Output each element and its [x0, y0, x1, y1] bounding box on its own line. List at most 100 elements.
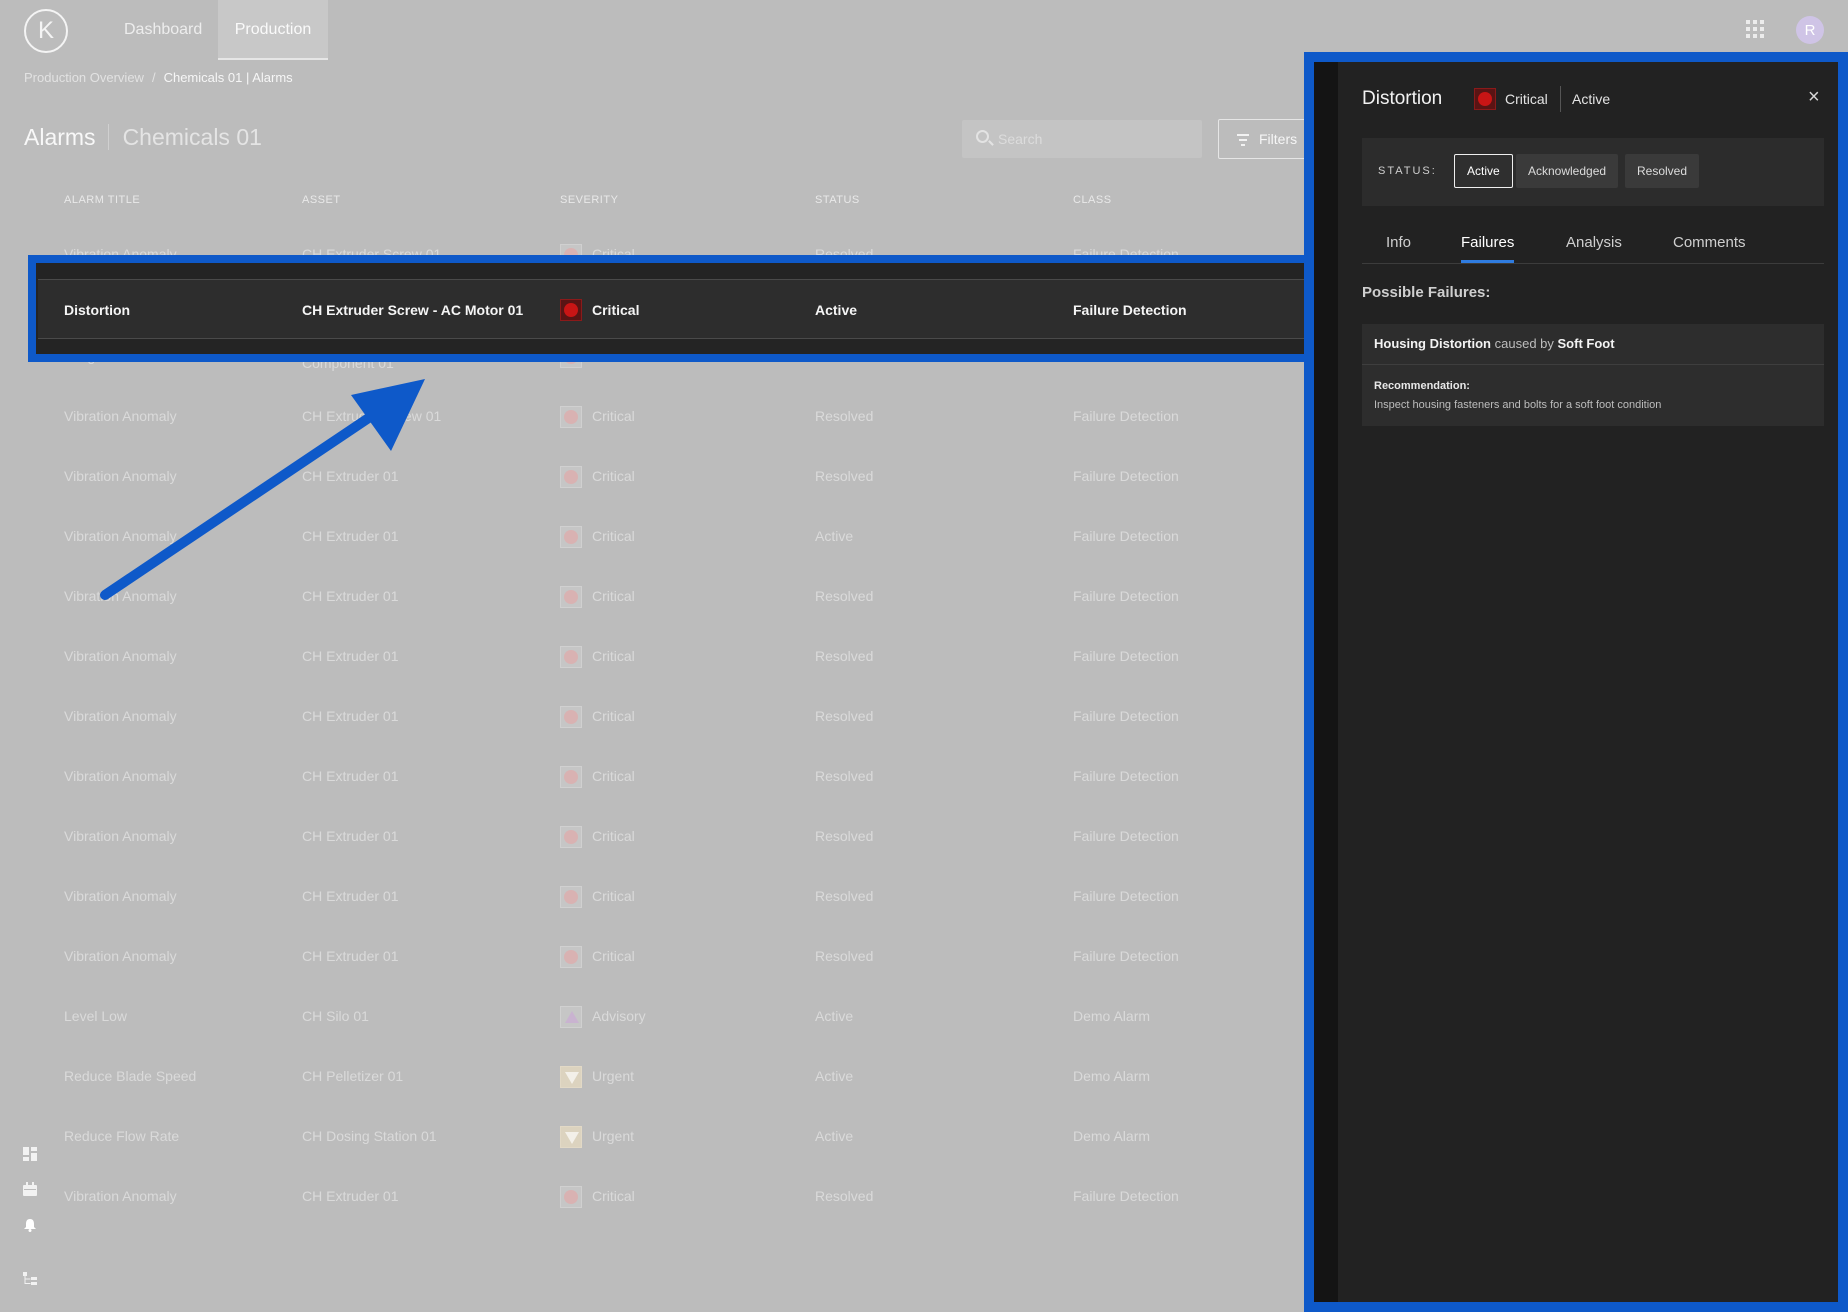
- panel-title: Distortion: [1362, 88, 1443, 109]
- company-logo[interactable]: K: [24, 9, 68, 53]
- cell-class: Failure Detection: [1073, 468, 1179, 484]
- cell-class: Failure Detection: [1073, 408, 1179, 424]
- failure-cause: Soft Foot: [1557, 336, 1615, 351]
- tab-analysis[interactable]: Analysis: [1566, 234, 1622, 251]
- panel-status: Active: [1572, 91, 1611, 107]
- hierarchy-icon[interactable]: [23, 1272, 37, 1286]
- table-row[interactable]: Vibration Anomaly CH Extruder 01 Critical R…: [24, 627, 1314, 687]
- table-row[interactable]: Vibration Anomaly CH Extruder 01 Critical R…: [24, 747, 1314, 807]
- dashboard-icon[interactable]: [23, 1147, 37, 1161]
- status-button-acknowledged[interactable]: Acknowledged: [1516, 154, 1619, 188]
- table-row[interactable]: Vibration Anomaly CH Extruder 01 Critical R…: [24, 687, 1314, 747]
- column-header-alarm-title[interactable]: ALARM TITLE: [64, 194, 140, 206]
- tab-info[interactable]: Info: [1386, 234, 1411, 251]
- search-placeholder: Search: [998, 131, 1043, 147]
- cell-alarm-title: Vibration Anomaly: [64, 768, 177, 784]
- cell-severity: Urgent: [592, 1128, 635, 1144]
- table-row[interactable]: Reduce Flow Rate CH Dosing Station 01 Urge…: [24, 1107, 1314, 1167]
- close-icon[interactable]: ×: [1808, 86, 1820, 109]
- cell-alarm-title: Vibration Anomaly: [64, 948, 177, 964]
- column-header-class[interactable]: CLASS: [1073, 194, 1112, 206]
- cell-status: Resolved: [815, 888, 874, 904]
- cell-asset: CH Silo 01: [302, 1008, 369, 1024]
- critical-severity-icon: [560, 466, 582, 488]
- failure-divider: [1362, 364, 1824, 365]
- cell-status: Active: [815, 1008, 854, 1024]
- cell-class: Failure Detection: [1073, 828, 1179, 844]
- breadcrumb-production-overview[interactable]: Production Overview: [24, 70, 144, 85]
- cell-severity: Critical: [592, 948, 635, 964]
- cell-class: Failure Detection: [1073, 948, 1179, 964]
- column-header-asset[interactable]: ASSET: [302, 194, 341, 206]
- advisory-severity-icon: [560, 1006, 582, 1028]
- cell-severity: Critical: [592, 1188, 635, 1204]
- cell-asset: CH Extruder Screw - AC Motor 01: [302, 302, 524, 318]
- recommendation-text: Inspect housing fasteners and bolts for …: [1374, 399, 1662, 411]
- search-input[interactable]: Search: [962, 120, 1202, 158]
- filter-icon: [1237, 134, 1249, 149]
- breadcrumb: Production Overview / Chemicals 01 | Alarm…: [24, 70, 293, 85]
- tab-failures[interactable]: Failures: [1461, 234, 1515, 263]
- table-row[interactable]: Vibration Anomaly CH Extruder 01 Critical R…: [24, 807, 1314, 867]
- critical-severity-icon: [560, 826, 582, 848]
- nav-tab-production[interactable]: Production: [218, 0, 328, 60]
- tab-comments[interactable]: Comments: [1673, 234, 1746, 251]
- cell-severity: Urgent: [592, 1068, 635, 1084]
- cell-class: Failure Detection: [1073, 888, 1179, 904]
- cell-asset: CH Extruder 01: [302, 768, 399, 784]
- panel-tabs: Info Failures Analysis Comments: [1362, 230, 1824, 264]
- annotation-arrow-icon: [100, 379, 425, 600]
- critical-severity-icon: [560, 586, 582, 608]
- critical-severity-icon: [560, 886, 582, 908]
- cell-severity: Critical: [592, 768, 635, 784]
- cell-severity: Critical: [592, 468, 635, 484]
- table-row[interactable]: Vibration Anomaly CH Extruder 01 Critical R…: [24, 867, 1314, 927]
- cell-severity: Advisory: [592, 1008, 646, 1024]
- table-row[interactable]: Vibration Anomaly CH Extruder 01 Critical R…: [24, 1167, 1314, 1227]
- cell-alarm-title: Level Low: [64, 1008, 128, 1024]
- calendar-icon[interactable]: [23, 1182, 37, 1196]
- status-label: STATUS:: [1378, 165, 1437, 177]
- critical-severity-icon: [560, 946, 582, 968]
- page-subtitle: Chemicals 01: [107, 124, 262, 150]
- cell-severity: Critical: [592, 408, 635, 424]
- cell-asset: CH Extruder 01: [302, 1188, 399, 1204]
- failure-header: Housing Distortion caused by Soft Foot: [1374, 336, 1615, 351]
- column-header-status[interactable]: STATUS: [815, 194, 860, 206]
- status-button-resolved[interactable]: Resolved: [1625, 154, 1700, 188]
- cell-status: Active: [815, 528, 854, 544]
- panel-header-divider: [1560, 86, 1561, 112]
- cell-severity: Critical: [592, 302, 640, 318]
- cell-class: Failure Detection: [1073, 302, 1187, 318]
- cell-asset: CH Dosing Station 01: [302, 1128, 437, 1144]
- cell-class: Demo Alarm: [1073, 1008, 1151, 1024]
- failure-name: Housing Distortion: [1374, 336, 1491, 351]
- table-row[interactable]: Level Low CH Silo 01 Advisory Active Demo Al…: [24, 987, 1314, 1047]
- breadcrumb-current: Chemicals 01 | Alarms: [163, 70, 293, 85]
- critical-severity-icon: [560, 706, 582, 728]
- alarm-detail-panel: Distortion Critical Active × STATUS: Act…: [1338, 62, 1838, 1302]
- top-nav-bar: K Dashboard Production R: [0, 0, 1848, 60]
- filters-button[interactable]: Filters: [1218, 119, 1308, 159]
- panel-shadow-strip: [1314, 62, 1338, 1302]
- apps-grid-icon[interactable]: [1746, 20, 1764, 38]
- cell-alarm-title: Distortion: [64, 302, 131, 318]
- user-avatar[interactable]: R: [1796, 16, 1824, 44]
- column-header-severity[interactable]: SEVERITY: [560, 194, 618, 206]
- cell-alarm-title: Vibration Anomaly: [64, 1188, 177, 1204]
- table-row[interactable]: Vibration Anomaly CH Extruder 01 Critical R…: [24, 927, 1314, 987]
- cell-status: Active: [815, 302, 858, 318]
- nav-tab-dashboard[interactable]: Dashboard: [108, 0, 218, 60]
- urgent-severity-icon: [560, 1126, 582, 1148]
- status-button-active[interactable]: Active: [1454, 154, 1513, 188]
- cell-alarm-title: Vibration Anomaly: [64, 708, 177, 724]
- breadcrumb-separator: /: [151, 70, 156, 85]
- cell-alarm-title: Reduce Blade Speed: [64, 1068, 197, 1084]
- table-row[interactable]: Reduce Blade Speed CH Pelletizer 01 Urgent…: [24, 1047, 1314, 1107]
- cell-severity: Critical: [592, 528, 635, 544]
- alarm-bell-icon[interactable]: [23, 1218, 37, 1232]
- cell-status: Resolved: [815, 708, 874, 724]
- cell-status: Resolved: [815, 468, 874, 484]
- table-row-selected[interactable]: Distortion CH Extruder Screw - AC Motor …: [38, 279, 1318, 339]
- cell-alarm-title: Vibration Anomaly: [64, 888, 177, 904]
